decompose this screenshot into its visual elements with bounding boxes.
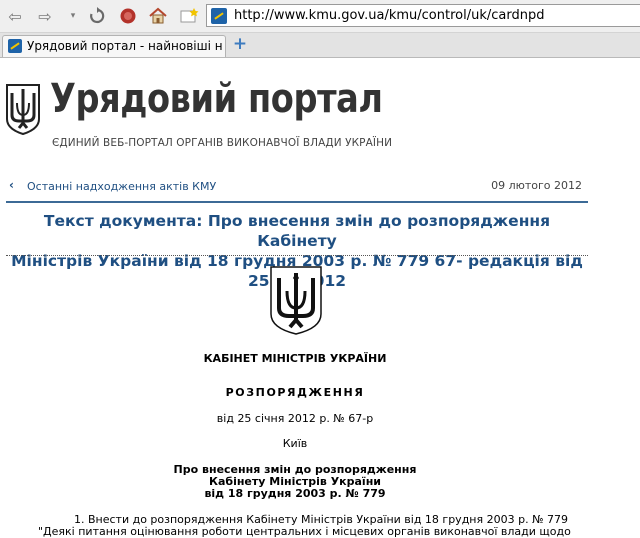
header-divider: [6, 201, 588, 203]
issuer-heading: КАБІНЕТ МІНІСТРІВ УКРАЇНИ: [203, 352, 387, 365]
back-icon[interactable]: ⇦: [4, 5, 26, 27]
forward-icon[interactable]: ⇨: [34, 5, 56, 27]
history-dropdown-icon[interactable]: ▾: [62, 5, 84, 27]
act-type-heading: РОЗПОРЯДЖЕННЯ: [225, 386, 365, 399]
stop-icon[interactable]: [117, 5, 139, 27]
tab-favicon-icon: [8, 39, 22, 53]
tab-active[interactable]: Урядовий портал - найновіші н...: [2, 35, 226, 57]
url-bar[interactable]: http://www.kmu.gov.ua/kmu/control/uk/car…: [206, 4, 640, 27]
title-divider: [6, 255, 588, 256]
chevron-left-icon[interactable]: ‹: [9, 178, 14, 192]
publish-date: 09 лютого 2012: [491, 179, 582, 192]
trident-logo-icon[interactable]: [5, 83, 41, 135]
site-favicon-icon: [211, 8, 227, 24]
latest-acts-link[interactable]: Останні надходження актів КМУ: [27, 180, 216, 193]
bookmark-star-icon[interactable]: [178, 5, 200, 27]
coat-of-arms-icon: [270, 266, 322, 335]
tab-title: Урядовий портал - найновіші н...: [27, 39, 223, 53]
act-date: від 25 січня 2012 р. № 67-р: [216, 412, 374, 425]
url-text[interactable]: http://www.kmu.gov.ua/kmu/control/uk/car…: [234, 8, 544, 23]
site-subtitle: ЄДИНИЙ ВЕБ-ПОРТАЛ ОРГАНІВ ВИКОНАВЧОЇ ВЛА…: [52, 137, 393, 149]
act-subject-line-3: від 18 грудня 2003 р. № 779: [204, 487, 386, 500]
reload-icon[interactable]: [86, 5, 108, 27]
home-icon[interactable]: [147, 5, 169, 27]
new-tab-button[interactable]: +: [231, 35, 249, 53]
site-title[interactable]: Урядовий портал: [50, 76, 383, 122]
tab-strip: Урядовий портал - найновіші н... +: [0, 33, 640, 58]
act-city: Київ: [282, 437, 308, 450]
document-title-line-1: Текст документа: Про внесення змін до ро…: [43, 212, 551, 250]
browser-toolbar: ⇦ ⇨ ▾ http://www.kmu.gov.ua/kmu/control/…: [0, 0, 640, 33]
